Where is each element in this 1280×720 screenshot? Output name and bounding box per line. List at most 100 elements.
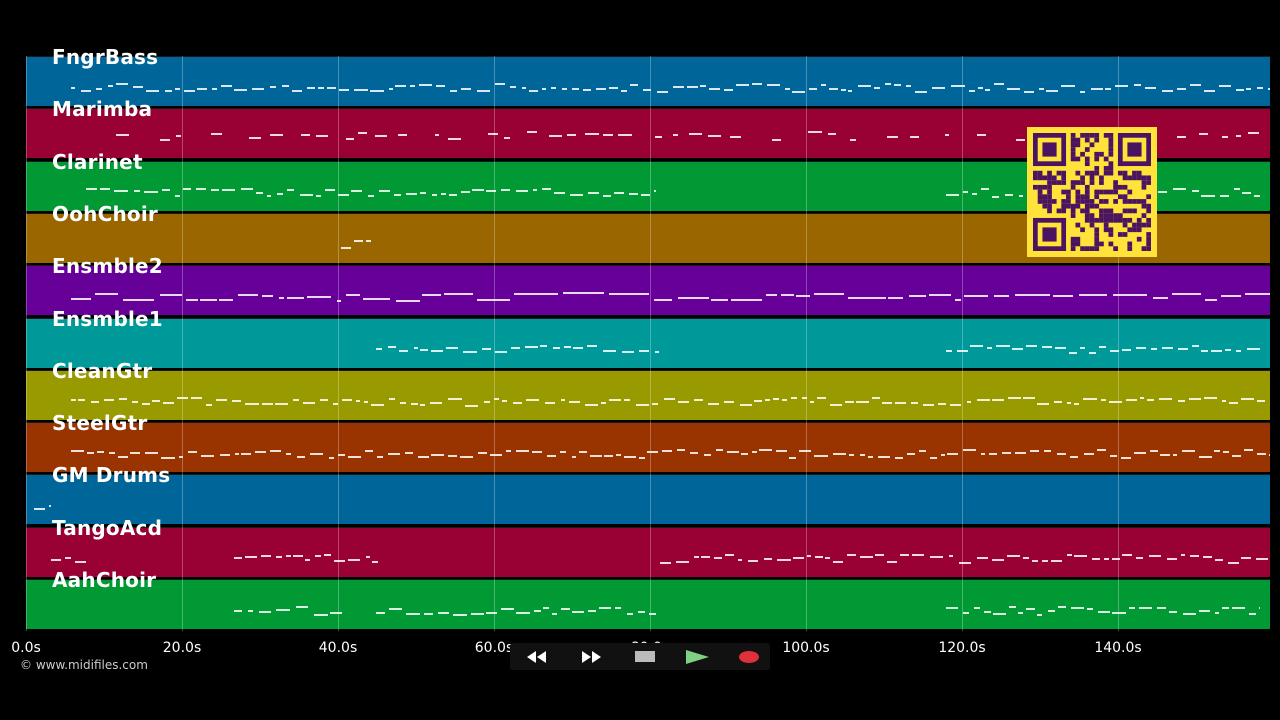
note-mark [221,188,236,191]
note-mark [34,508,46,511]
note-mark [342,399,352,402]
note-mark [370,404,385,407]
note-mark [1219,85,1231,88]
note-mark [510,346,520,349]
note-mark [255,192,264,195]
record-button[interactable] [726,645,772,668]
note-mark [526,398,540,401]
stop-button[interactable] [622,645,668,668]
note-mark [144,451,159,454]
note-mark [410,403,419,406]
note-mark [424,613,434,616]
note-mark [830,404,842,407]
note-mark [310,453,324,456]
track-row: CleanGtr [26,359,1270,420]
rewind-button[interactable] [514,645,560,668]
note-mark [49,504,51,507]
note-mark [472,188,484,191]
note-mark [165,89,173,92]
note-mark [1054,400,1063,403]
fast-forward-button[interactable] [568,645,614,668]
note-mark [962,611,969,614]
note-mark [845,401,854,404]
note-mark [588,609,597,612]
note-mark [583,89,592,92]
note-mark [215,398,227,401]
note-mark [314,613,329,616]
note-mark [200,299,218,301]
note-mark [205,404,213,407]
note-mark [341,247,351,250]
note-mark [114,189,128,192]
note-mark [735,83,750,86]
note-mark [1091,557,1101,560]
note-mark [443,293,474,296]
note-mark [1120,456,1132,459]
note-mark [1109,400,1122,403]
note-mark [724,88,733,91]
note-mark [388,87,394,90]
note-mark [980,453,985,456]
note-mark [976,398,991,401]
note-mark [1221,136,1228,139]
note-mark [1256,399,1266,402]
note-mark [516,450,529,453]
note-mark [1152,297,1169,300]
play-icon [686,649,709,664]
note-mark [1070,607,1084,610]
note-mark [372,560,378,563]
note-mark [724,554,734,557]
note-mark [503,137,511,140]
track-row: GM Drums [26,463,1270,525]
note-mark [435,84,446,87]
note-mark [262,402,273,405]
note-mark [991,558,1005,561]
note-mark [585,403,599,406]
note-mark [357,131,368,134]
note-mark [1245,292,1270,295]
note-mark [751,83,763,86]
track-label: SteelGtr [52,411,148,436]
note-mark [1181,554,1186,557]
play-button[interactable] [674,645,720,668]
note-mark [946,453,959,456]
note-mark [86,188,98,191]
note-mark [434,134,439,137]
note-mark [471,612,484,615]
note-mark [1078,293,1107,296]
note-mark [1091,88,1103,91]
note-mark [1221,295,1242,298]
note-mark [859,555,874,558]
note-mark [1240,557,1252,560]
grid-line [806,56,807,631]
note-mark [1231,606,1246,609]
note-mark [1100,398,1106,401]
note-mark [1133,451,1147,454]
note-mark [730,135,741,138]
note-mark [766,293,777,296]
note-mark [570,194,584,197]
note-mark [1039,87,1044,90]
tick-label: 140.0s [1094,640,1142,656]
note-mark [413,346,419,349]
note-mark [1121,554,1133,557]
note-mark [1114,85,1129,88]
note-mark [850,138,856,141]
note-mark [1203,397,1218,400]
note-mark [1086,607,1094,610]
note-mark [300,134,310,137]
note-mark [614,191,625,194]
track-row: Ensmble1 [26,307,1270,368]
note-mark [875,554,885,557]
note-mark [1029,450,1040,453]
note-mark [387,346,396,349]
note-mark [494,351,508,354]
note-mark [1073,402,1079,405]
note-mark [962,449,977,452]
note-mark [533,189,538,192]
note-mark [159,294,182,297]
note-mark [832,560,844,563]
note-mark [1012,348,1024,351]
note-mark [781,398,787,401]
note-mark [418,84,433,87]
